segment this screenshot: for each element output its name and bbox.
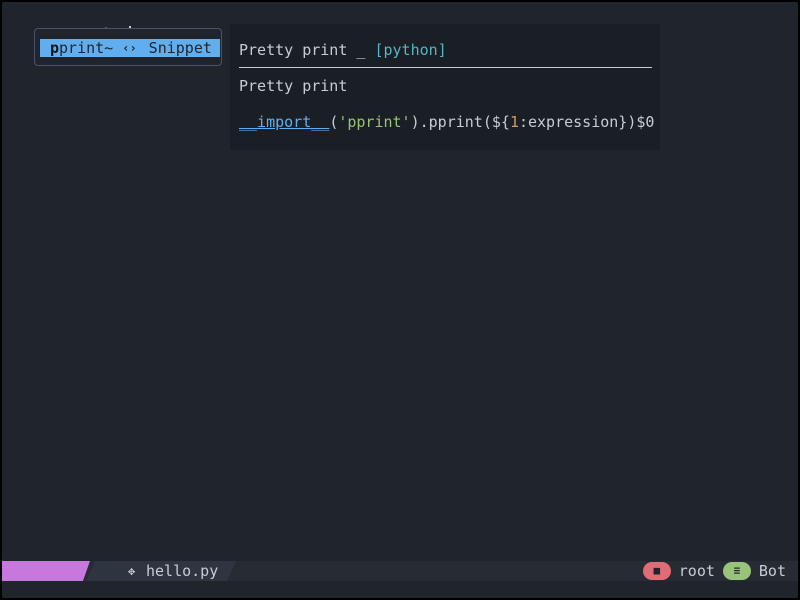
directory-label: root (678, 562, 715, 580)
mode-label: INSERT (77, 582, 132, 600)
completion-item-selected[interactable]: p print~ ‹› Snippet (40, 39, 220, 57)
statusline: ✎ INSERT ✥ hello.py ■ root ≡ Bot (2, 561, 798, 581)
code-call-token: ).pprint(${ (410, 113, 510, 131)
doc-title: Pretty print _ [python] (239, 40, 447, 60)
mode-indicator: ✎ INSERT (2, 561, 90, 581)
file-segment: ✥ hello.py (86, 561, 236, 581)
buffer-line[interactable]: 1pprint (2, 4, 132, 43)
edit-icon: ✎ (64, 585, 72, 599)
code-placeholder-rest: :expression})$0 (518, 113, 655, 131)
folder-icon: ■ (642, 562, 671, 580)
doc-snippet-body: __import__('pprint').pprint(${1:expressi… (239, 112, 654, 132)
python-icon: ✥ (128, 564, 136, 578)
code-placeholder-index: 1 (509, 113, 519, 131)
doc-description: Pretty print (239, 77, 348, 95)
statusline-right: ■ root ≡ Bot (642, 561, 794, 581)
doc-language-tag: [python] (374, 41, 447, 59)
code-string-token: 'pprint' (338, 113, 411, 131)
completion-menu: p print~ ‹› Snippet (34, 28, 222, 66)
completion-kind-label: Snippet (148, 39, 212, 57)
position-label: Bot (758, 562, 786, 580)
doc-divider (239, 67, 652, 68)
completion-match-char: p (50, 39, 60, 57)
code-dunder-token: __import__ (239, 113, 330, 131)
file-name: hello.py (146, 562, 219, 580)
documentation-popup: Pretty print _ [python] Pretty print __i… (230, 24, 660, 150)
doc-title-text: Pretty print _ (239, 41, 375, 59)
code-paren-token: ( (329, 113, 339, 131)
editor-window: 1pprint pprint~ ‹› Snippet Pretty print _ … (0, 0, 800, 600)
snippet-icon: ‹› (122, 41, 137, 55)
lines-icon: ≡ (722, 562, 751, 580)
completion-word: print~ (59, 39, 114, 57)
